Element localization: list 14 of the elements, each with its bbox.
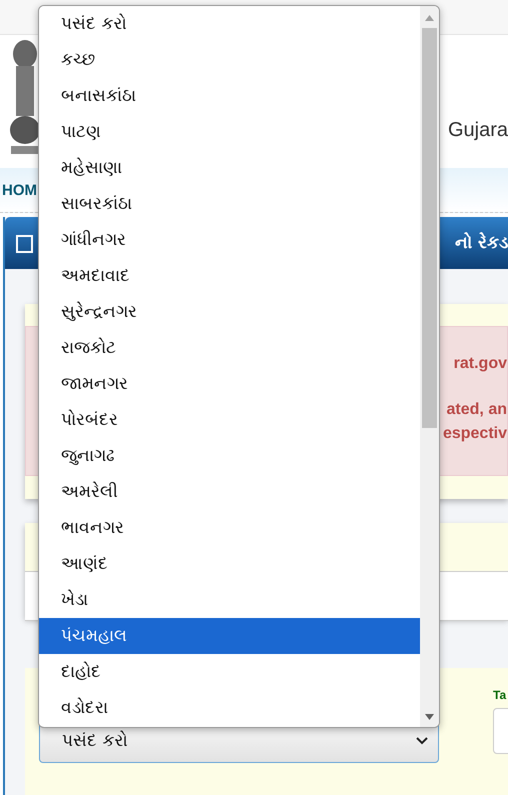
scroll-thumb[interactable]	[422, 28, 437, 428]
alert-text: espectiv	[442, 425, 507, 443]
chevron-down-icon	[416, 736, 428, 744]
home-link[interactable]: HOM	[2, 182, 37, 198]
page-title: નો રેકડ	[455, 233, 508, 253]
dropdown-option[interactable]: પંચમહાલ	[39, 618, 420, 654]
field-label: Ta	[493, 688, 506, 702]
alert-text: rat.gov	[454, 355, 507, 373]
scrollbar[interactable]	[420, 6, 439, 727]
scroll-down-icon	[425, 714, 434, 720]
scroll-up-icon	[425, 15, 434, 21]
alert-text: ated, an	[446, 401, 507, 419]
dropdown-option[interactable]: પસંદ કરો	[39, 6, 420, 42]
site-title: Gujara	[448, 119, 508, 142]
